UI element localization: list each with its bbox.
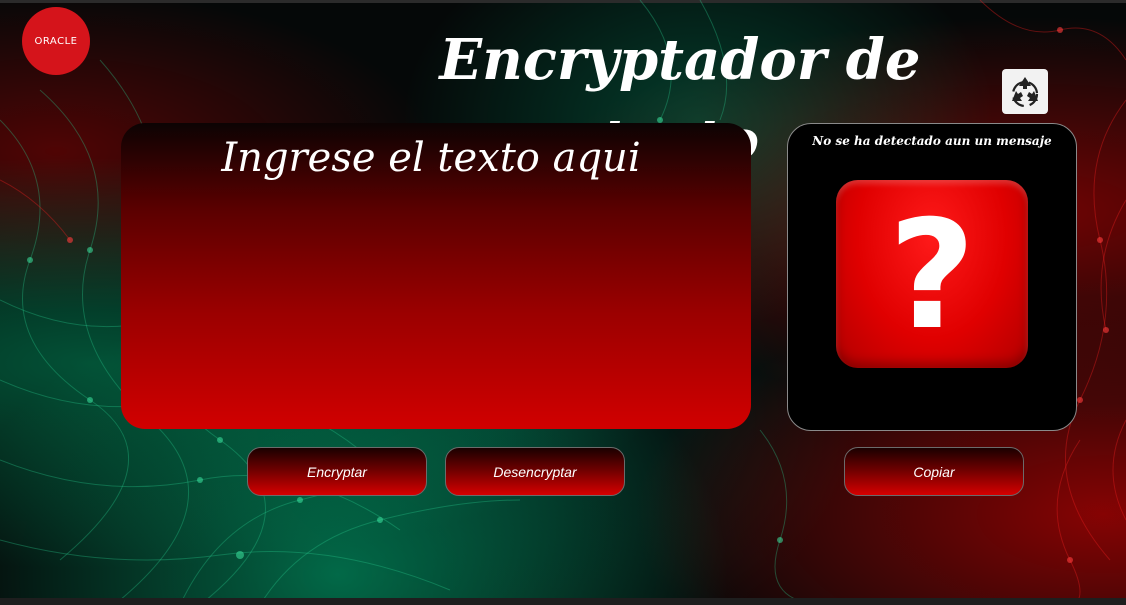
encrypt-button[interactable]: Encryptar (247, 447, 427, 496)
output-message: No se ha detectado aun un mensaje (812, 134, 1052, 148)
question-mark-glyph: ? (888, 189, 976, 363)
app-window: ORACLE Encryptador de texto Ingrese el t… (0, 0, 1126, 605)
oracle-logo-text: ORACLE (34, 35, 78, 47)
output-panel: No se ha detectado aun un mensaje ? (787, 123, 1077, 431)
bottom-border (0, 598, 1126, 605)
input-placeholder: Ingrese el texto aqui (221, 135, 641, 181)
copy-button[interactable]: Copiar (844, 447, 1024, 496)
decrypt-button[interactable]: Desencryptar (445, 447, 625, 496)
recycle-icon (1011, 76, 1039, 107)
clear-button[interactable] (1002, 69, 1048, 114)
oracle-logo: ORACLE (22, 7, 90, 75)
text-input-area[interactable]: Ingrese el texto aqui (121, 123, 751, 429)
question-mark-icon: ? (836, 180, 1028, 368)
